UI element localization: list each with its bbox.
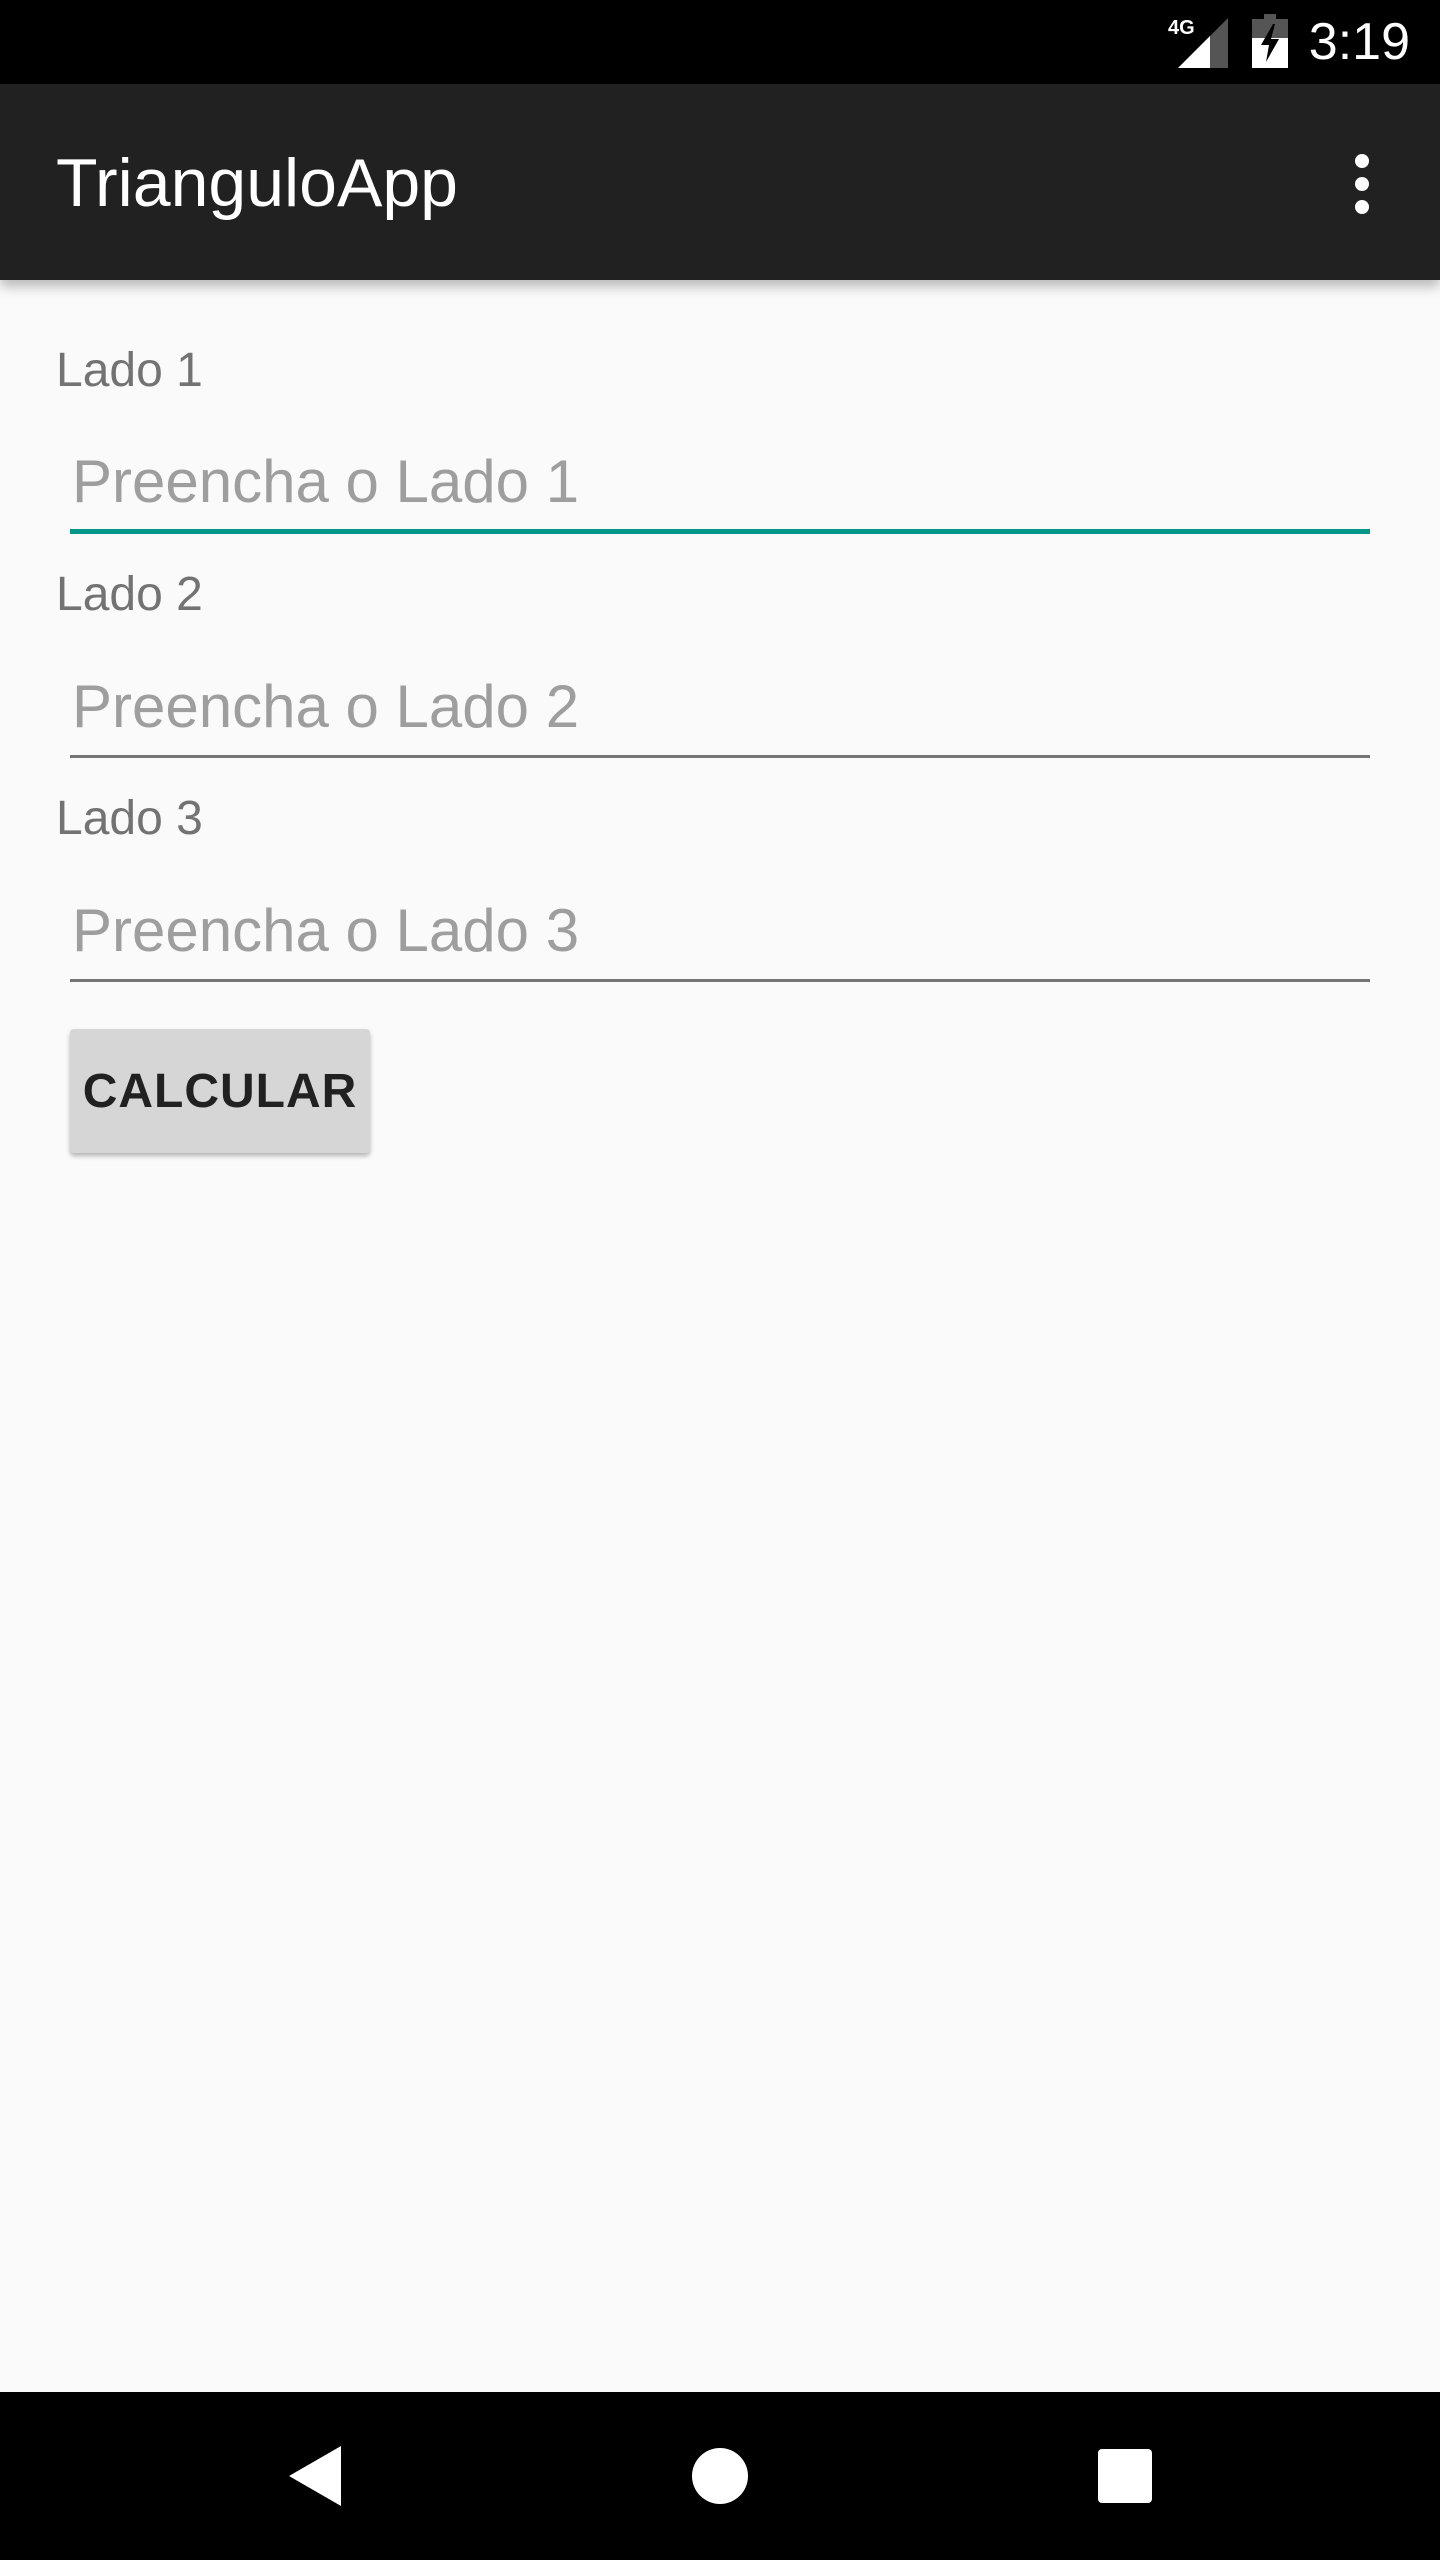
lado-1-label: Lado 1 [56,344,203,397]
app-bar: TrianguloApp [0,84,1440,280]
lado-2-label: Lado 2 [56,568,203,621]
battery-charging-icon [1252,14,1288,68]
home-icon [692,2448,748,2504]
home-button[interactable] [640,2392,800,2560]
status-clock: 3:19 [1308,13,1410,71]
recents-button[interactable] [1045,2392,1205,2560]
back-button[interactable] [236,2392,396,2560]
lado-3-input[interactable] [70,882,1370,982]
signal-4g-icon: 4G [1168,17,1228,68]
back-icon [289,2446,341,2506]
navigation-bar [0,2392,1440,2560]
network-type-label: 4G [1168,17,1195,39]
recents-icon [1098,2449,1152,2503]
app-title: TrianguloApp [56,145,458,221]
status-bar: 4G 3:19 [0,0,1440,84]
lado-1-input[interactable] [70,434,1370,534]
calcular-button[interactable]: CALCULAR [70,1029,370,1153]
lado-2-input[interactable] [70,658,1370,758]
lado-3-label: Lado 3 [56,792,203,845]
more-vert-icon[interactable] [1338,148,1386,220]
